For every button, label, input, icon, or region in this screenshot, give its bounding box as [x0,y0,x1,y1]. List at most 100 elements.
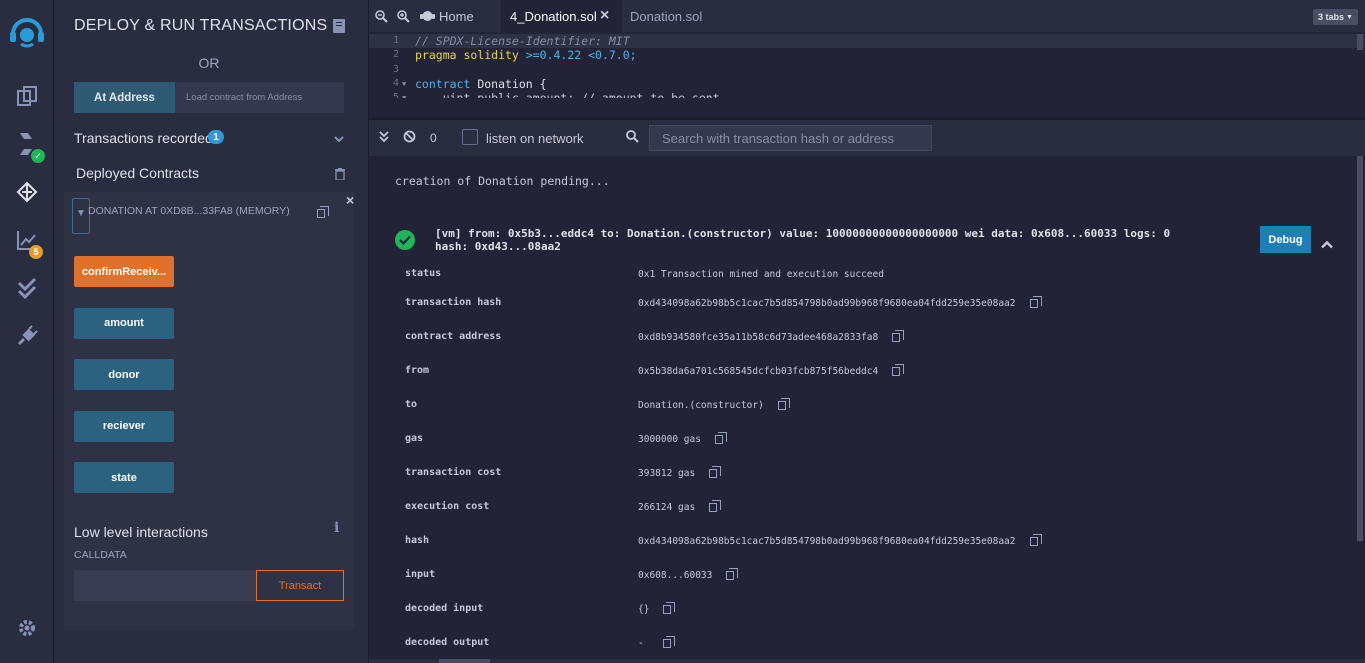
remix-logo-icon[interactable] [7,14,47,48]
listen-on-network-checkbox[interactable] [462,129,478,145]
detail-value-text: 0xd434098a62b98b5c1cac7b5d854798b0ad99b9… [638,536,1016,547]
detail-key: contract address [405,331,502,342]
function-button-amount[interactable]: amount [74,307,174,339]
copy-icon[interactable] [663,602,676,614]
detail-value-text: 266124 gas [638,502,696,513]
detail-value-text: - [638,638,650,649]
documentation-icon[interactable] [333,19,345,33]
deployed-contract-instance: ▼ DONATION AT 0XD8B...33FA8 (MEMORY) × c… [64,192,354,630]
compile-success-icon: ✓ [31,149,45,163]
detail-key: decoded input [405,603,484,614]
copy-icon[interactable] [892,330,905,342]
copy-icon[interactable] [726,568,739,580]
debug-button[interactable]: Debug [1260,226,1311,253]
detail-value: 393812 gas [638,466,722,479]
code-editor[interactable]: 1 // SPDX-License-Identifier: MIT 2 pragma … [369,32,1365,98]
clear-console-icon[interactable] [403,130,416,148]
tab-4-donation-sol[interactable]: 4_Donation.sol × [501,0,622,32]
deployed-contracts-label: Deployed Contracts [76,165,199,181]
line-number: 4 [392,77,399,89]
code-line: contract Donation { [415,76,547,91]
line-number: 5 [392,92,399,98]
horizontal-scrollbar[interactable] [369,659,1365,663]
deploy-run-panel: DEPLOY & RUN TRANSACTIONS OR At Address … [54,0,369,663]
copy-icon[interactable] [714,432,727,444]
code-line: // SPDX-License-Identifier: MIT [415,34,630,48]
copy-icon[interactable] [777,398,790,410]
pending-tx-count: 0 [430,131,437,145]
copy-icon[interactable] [1029,534,1042,546]
tx-hash-line: hash: 0xd43...08aa2 [435,240,561,253]
transactions-recorded-count: 1 [208,130,224,144]
settings-gear-icon[interactable] [13,614,41,642]
detail-key: status [405,268,442,279]
copy-address-icon[interactable] [317,205,329,223]
code-line: pragma solidity >=0.4.22 <0.7.0; [415,48,637,63]
detail-key: input [405,569,436,580]
terminal-scrollbar[interactable] [1357,156,1363,541]
pending-message: creation of Donation pending... [395,174,610,188]
analysis-badge: 5 [29,245,43,259]
detail-value: 0xd434098a62b98b5c1cac7b5d854798b0ad99b9… [638,534,1042,547]
detail-value: 3000000 gas [638,432,727,445]
detail-key: gas [405,433,424,444]
success-check-icon [395,230,415,250]
detail-value: {} [638,602,676,615]
fold-toggle-icon[interactable]: ▼ [402,80,406,88]
transaction-search-input[interactable]: Search with transaction hash or address [649,125,932,151]
file-explorer-icon[interactable] [13,82,41,110]
testing-icon[interactable] [13,274,41,302]
deploy-run-icon[interactable] [13,178,41,206]
close-instance-icon[interactable]: × [346,192,354,208]
collapse-terminal-icon[interactable] [379,130,389,148]
detail-value: 0xd434098a62b98b5c1cac7b5d854798b0ad99b9… [638,296,1042,309]
function-button-reciever[interactable]: reciever [74,410,174,442]
copy-icon[interactable] [709,466,722,478]
detail-value: 0x1 Transaction mined and execution succ… [638,269,884,280]
plugin-manager-icon[interactable] [13,322,41,350]
transact-button[interactable]: Transact [256,570,344,601]
detail-value: Donation.(constructor) [638,398,790,411]
detail-value-text: {} [638,604,650,615]
detail-value-text: 0xd8b934580fce35a11b58c6d73adee468a2833f… [638,332,879,343]
calldata-input[interactable] [74,570,256,601]
calldata-label: CALLDATA [74,549,127,561]
detail-value-text: 0xd434098a62b98b5c1cac7b5d854798b0ad99b9… [638,298,1016,309]
low-level-interactions-label: Low level interactions [74,524,208,540]
load-contract-address-input[interactable]: Load contract from Address [175,82,344,113]
at-address-button[interactable]: At Address [74,82,175,113]
tab-home[interactable]: Home [439,0,474,32]
editor-tabs: Home 4_Donation.sol × Donation.sol 3 tab… [369,0,1365,32]
detail-key: from [405,365,430,376]
chevron-down-icon[interactable] [334,131,344,143]
info-icon[interactable]: i [334,520,339,536]
detail-value-text: 0x608...60033 [638,570,713,581]
tabs-count-dropdown[interactable]: 3 tabs ▼ [1313,9,1358,25]
detail-value: 266124 gas [638,500,722,513]
copy-icon[interactable] [663,636,676,648]
transactions-recorded-label[interactable]: Transactions recorded [74,130,213,146]
terminal-toolbar: 0 listen on network Search with transact… [369,118,1365,156]
copy-icon[interactable] [892,364,905,376]
or-separator: OR [198,55,220,71]
home-icon[interactable] [419,0,436,32]
instance-title: DONATION AT 0XD8B...33FA8 (MEMORY) [88,205,290,217]
zoom-in-icon[interactable] [397,0,410,32]
tab-donation-sol[interactable]: Donation.sol [630,0,702,32]
function-button-donor[interactable]: donor [74,359,174,390]
line-number: 1 [392,35,399,46]
line-number: 2 [392,49,399,61]
function-button-state[interactable]: state [74,462,174,493]
detail-key: transaction hash [405,297,502,308]
detail-value-text: 0x5b38da6a701c568545dcfcb03fcb875f56bedd… [638,366,879,377]
copy-icon[interactable] [709,500,722,512]
close-tab-icon[interactable]: × [600,7,609,25]
detail-value: 0xd8b934580fce35a11b58c6d73adee468a2833f… [638,330,905,343]
chevron-up-icon[interactable] [1321,234,1333,253]
function-button-confirmreceiv[interactable]: confirmReceiv... [74,256,174,287]
detail-value-text: 0x1 Transaction mined and execution succ… [638,269,884,280]
zoom-out-icon[interactable] [375,0,388,32]
copy-icon[interactable] [1029,296,1042,308]
trash-icon[interactable] [335,167,345,181]
terminal-output: creation of Donation pending... [vm] fro… [369,156,1365,663]
